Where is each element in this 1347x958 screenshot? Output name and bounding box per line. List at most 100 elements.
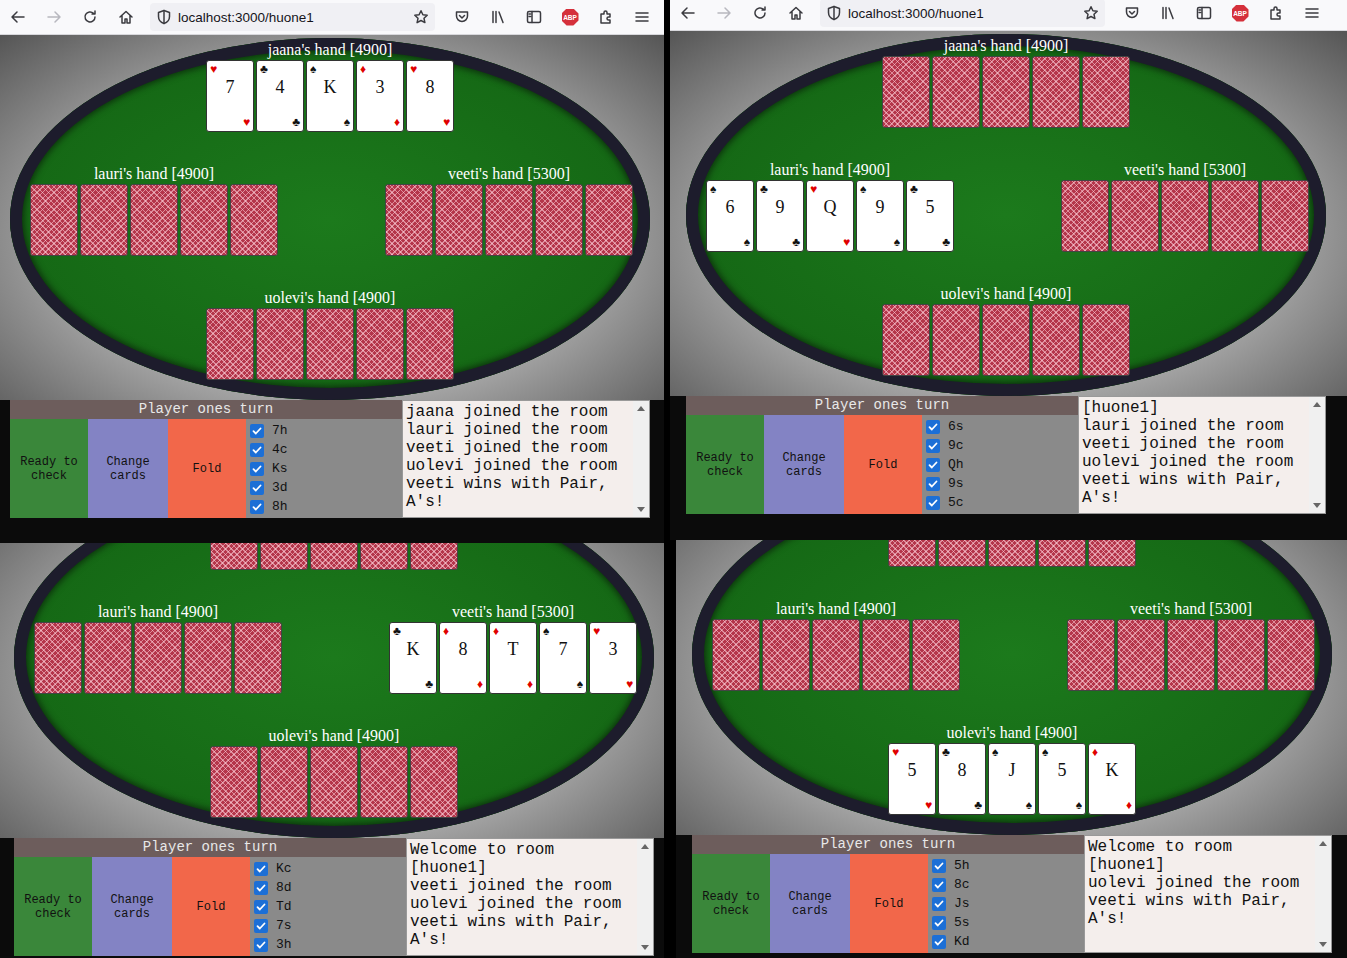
card-checkbox-row[interactable]: 3h (254, 935, 406, 954)
playing-card[interactable]: ♠9♠ (856, 180, 904, 252)
back-button[interactable] (670, 0, 706, 31)
playing-card[interactable] (1161, 180, 1209, 252)
playing-card[interactable]: ♣K♣ (389, 622, 437, 694)
sidebar-button[interactable] (519, 0, 549, 35)
playing-card[interactable] (1088, 540, 1136, 567)
checkbox[interactable] (254, 900, 268, 914)
playing-card[interactable]: ♣9♣ (756, 180, 804, 252)
checkbox[interactable] (932, 916, 946, 930)
playing-card[interactable]: ♦T♦ (489, 622, 537, 694)
playing-card[interactable] (406, 308, 454, 380)
playing-card[interactable] (1117, 619, 1165, 691)
scroll-up-icon[interactable] (641, 844, 649, 849)
playing-card[interactable] (1032, 304, 1080, 376)
reload-button[interactable] (72, 0, 108, 35)
card-checkbox-row[interactable]: 8h (250, 497, 402, 516)
playing-card[interactable] (932, 304, 980, 376)
url-text[interactable]: localhost:3000/huone1 (848, 6, 1077, 21)
playing-card[interactable] (230, 184, 278, 256)
sidebar-button[interactable] (1189, 0, 1219, 31)
card-checkbox-row[interactable]: 9s (926, 474, 1078, 493)
playing-card[interactable] (862, 619, 910, 691)
checkbox[interactable] (250, 424, 264, 438)
card-checkbox-row[interactable]: 7s (254, 916, 406, 935)
playing-card[interactable] (210, 746, 258, 818)
playing-card[interactable]: ♠J♠ (988, 743, 1036, 815)
playing-card[interactable]: ♥5♥ (888, 743, 936, 815)
action-button[interactable]: Fold (168, 419, 246, 518)
checkbox[interactable] (254, 862, 268, 876)
playing-card[interactable]: ♦K♦ (1088, 743, 1136, 815)
playing-card[interactable] (1167, 619, 1215, 691)
playing-card[interactable] (932, 56, 980, 128)
playing-card[interactable] (234, 622, 282, 694)
playing-card[interactable] (762, 619, 810, 691)
playing-card[interactable] (585, 184, 633, 256)
playing-card[interactable] (360, 543, 408, 570)
log-scrollbar[interactable] (1315, 836, 1331, 952)
playing-card[interactable] (84, 622, 132, 694)
star-icon[interactable] (413, 9, 429, 25)
action-button[interactable]: Fold (844, 415, 922, 514)
card-checkbox-row[interactable]: 6s (926, 417, 1078, 436)
playing-card[interactable] (130, 184, 178, 256)
checkbox[interactable] (932, 878, 946, 892)
playing-card[interactable]: ♣5♣ (906, 180, 954, 252)
card-checkbox-row[interactable]: Qh (926, 455, 1078, 474)
playing-card[interactable] (882, 56, 930, 128)
pocket-button[interactable] (447, 0, 477, 35)
playing-card[interactable] (260, 746, 308, 818)
playing-card[interactable] (360, 746, 408, 818)
address-bar[interactable]: localhost:3000/huone1 (820, 0, 1105, 27)
home-button[interactable] (108, 0, 144, 35)
playing-card[interactable]: ♦8♦ (439, 622, 487, 694)
checkbox[interactable] (926, 477, 940, 491)
playing-card[interactable] (1082, 56, 1130, 128)
playing-card[interactable] (410, 543, 458, 570)
checkbox[interactable] (926, 420, 940, 434)
star-icon[interactable] (1083, 5, 1099, 21)
playing-card[interactable] (180, 184, 228, 256)
playing-card[interactable] (535, 184, 583, 256)
log-scrollbar[interactable] (1309, 397, 1325, 513)
playing-card[interactable]: ♠K♠ (306, 60, 354, 132)
address-bar[interactable]: localhost:3000/huone1 (150, 3, 435, 31)
playing-card[interactable] (888, 540, 936, 567)
checkbox[interactable] (254, 881, 268, 895)
checkbox[interactable] (254, 919, 268, 933)
log-scrollbar[interactable] (633, 401, 649, 517)
action-button[interactable]: Change cards (764, 415, 844, 514)
playing-card[interactable]: ♦3♦ (356, 60, 404, 132)
library-button[interactable] (483, 0, 513, 35)
playing-card[interactable] (310, 543, 358, 570)
checkbox[interactable] (926, 458, 940, 472)
playing-card[interactable] (812, 619, 860, 691)
library-button[interactable] (1153, 0, 1183, 31)
card-checkbox-row[interactable]: 3d (250, 478, 402, 497)
extensions-button[interactable] (591, 0, 621, 35)
playing-card[interactable] (1211, 180, 1259, 252)
playing-card[interactable] (1267, 619, 1315, 691)
playing-card[interactable] (982, 304, 1030, 376)
checkbox[interactable] (932, 935, 946, 949)
home-button[interactable] (778, 0, 814, 31)
playing-card[interactable] (310, 746, 358, 818)
playing-card[interactable] (1111, 180, 1159, 252)
checkbox[interactable] (926, 496, 940, 510)
adblock-button[interactable]: ABP (555, 0, 585, 35)
card-checkbox-row[interactable]: 4c (250, 440, 402, 459)
reload-button[interactable] (742, 0, 778, 31)
playing-card[interactable] (184, 622, 232, 694)
playing-card[interactable] (206, 308, 254, 380)
playing-card[interactable] (1038, 540, 1086, 567)
card-checkbox-row[interactable]: 5h (932, 856, 1084, 875)
checkbox[interactable] (932, 859, 946, 873)
playing-card[interactable] (30, 184, 78, 256)
playing-card[interactable] (1261, 180, 1309, 252)
playing-card[interactable] (485, 184, 533, 256)
playing-card[interactable] (938, 540, 986, 567)
checkbox[interactable] (250, 443, 264, 457)
card-checkbox-row[interactable]: Td (254, 897, 406, 916)
playing-card[interactable]: ♥7♥ (206, 60, 254, 132)
playing-card[interactable] (1067, 619, 1115, 691)
